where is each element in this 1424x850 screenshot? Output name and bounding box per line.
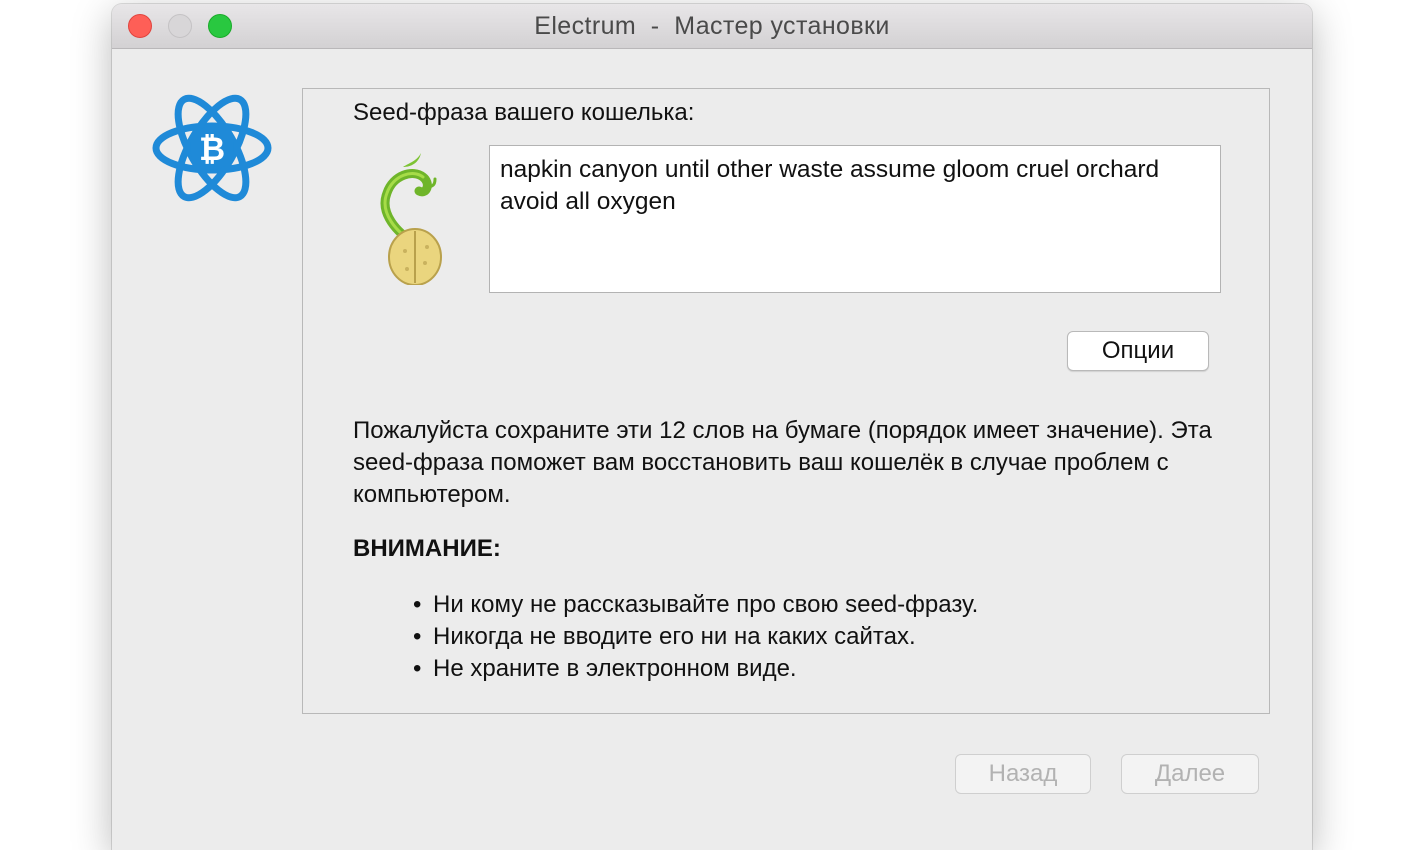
warning-text: Не храните в электронном виде. — [433, 655, 797, 682]
warning-text: Ни кому не рассказывайте про свою seed-ф… — [433, 591, 979, 618]
seed-heading: Seed-фраза вашего кошелька: — [353, 99, 695, 126]
warning-heading: ВНИМАНИЕ: — [353, 535, 501, 562]
back-button[interactable]: Назад — [955, 754, 1091, 794]
bullet: • — [413, 591, 422, 618]
wizard-window: Electrum - Мастер установки ₿ Seed-фраза… — [112, 4, 1312, 850]
warning-list: • Ни кому не рассказывайте про свою seed-… — [413, 589, 978, 685]
title-bar[interactable]: Electrum - Мастер установки — [112, 4, 1312, 49]
warning-item: • Не храните в электронном виде. — [413, 653, 978, 685]
options-button[interactable]: Опции — [1067, 331, 1209, 371]
bullet: • — [413, 655, 422, 682]
warning-text: Никогда не вводите его ни на каких сайта… — [433, 623, 916, 650]
next-button[interactable]: Далее — [1121, 754, 1259, 794]
warning-item: • Никогда не вводите его ни на каких сайт… — [413, 621, 978, 653]
window-title: Electrum - Мастер установки — [534, 12, 890, 40]
seed-panel: Seed-фраза вашего кошелька: napkin canyo… — [302, 88, 1270, 714]
seed-instructions: Пожалуйста сохраните эти 12 слов на бума… — [353, 417, 1212, 508]
warning-item: • Ни кому не рассказывайте про свою seed-… — [413, 589, 978, 621]
bullet: • — [413, 623, 422, 650]
sprouting-seed-icon — [380, 153, 442, 285]
svg-text:₿: ₿ — [199, 131, 225, 167]
electrum-logo-icon: ₿ — [152, 94, 272, 202]
seed-phrase-textarea[interactable]: napkin canyon until other waste assume g… — [489, 145, 1221, 293]
